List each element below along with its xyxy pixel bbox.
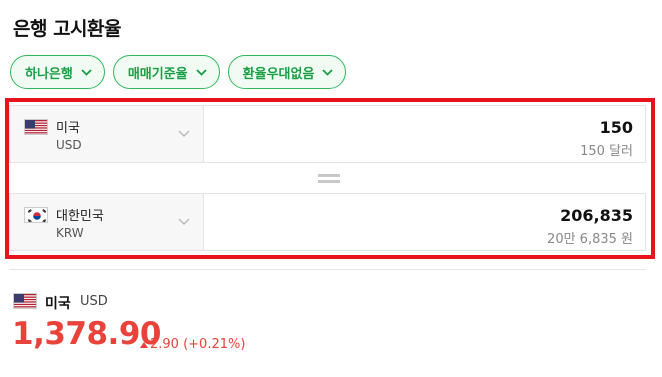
us-flag-icon (24, 119, 48, 135)
from-currency-code: USD (56, 138, 82, 152)
us-flag-icon (13, 293, 37, 309)
equals-icon (318, 174, 340, 183)
bank-select-chip[interactable]: 하나은행 (10, 55, 105, 89)
rate-change-value: 2.90 (+0.21%) (150, 337, 246, 352)
from-currency-name: 미국 (56, 121, 80, 136)
bank-select-label: 하나은행 (25, 66, 73, 82)
section-divider (9, 269, 646, 270)
chevron-down-icon (178, 130, 190, 138)
page-title: 은행 고시환율 (13, 18, 122, 40)
to-amount-input[interactable]: 206,835 (560, 206, 633, 225)
to-currency-code: KRW (56, 226, 84, 240)
from-currency-select[interactable]: 미국 USD (10, 106, 204, 162)
to-currency-name: 대한민국 (56, 209, 104, 224)
filter-bar: 하나은행 매매기준율 환율우대없음 (10, 55, 347, 89)
rate-currency-code: USD (80, 294, 108, 309)
chevron-down-icon (322, 68, 334, 76)
from-amount-text: 150 달러 (580, 144, 633, 159)
from-currency-row: 미국 USD 150 150 달러 (9, 105, 646, 163)
chevron-down-icon (81, 68, 92, 76)
exchange-rate-value: 1,378.90 (12, 316, 161, 352)
to-amount-text: 20만 6,835 원 (547, 232, 633, 247)
preferential-rate-label: 환율우대없음 (242, 66, 315, 82)
from-amount-input[interactable]: 150 (600, 118, 633, 137)
to-currency-select[interactable]: 대한민국 KRW (10, 194, 204, 250)
to-currency-row: 대한민국 KRW 206,835 20만 6,835 원 (9, 193, 646, 251)
preferential-rate-chip[interactable]: 환율우대없음 (227, 55, 347, 89)
chevron-down-icon (196, 68, 207, 76)
rate-type-chip[interactable]: 매매기준율 (112, 55, 220, 89)
rate-change: 2.90 (+0.21%) (140, 337, 245, 352)
rate-currency-name: 미국 (45, 296, 71, 312)
rate-type-label: 매매기준율 (127, 66, 188, 82)
kr-flag-icon (24, 207, 48, 223)
chevron-down-icon (178, 218, 190, 226)
triangle-up-icon (140, 341, 148, 348)
